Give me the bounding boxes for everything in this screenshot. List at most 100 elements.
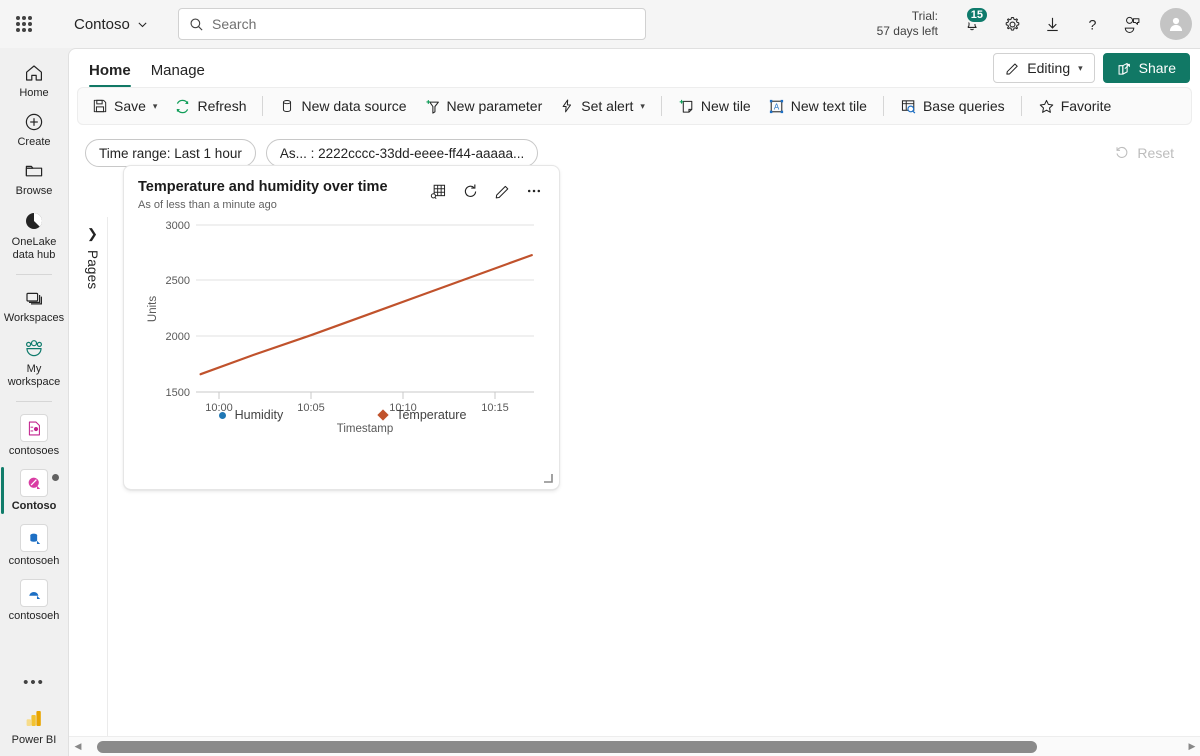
alert-bolt-icon — [562, 99, 572, 113]
scroll-right-arrow-icon[interactable]: ▶ — [1185, 738, 1199, 756]
notification-bell-icon[interactable]: 15 — [952, 4, 992, 44]
more-options-icon[interactable] — [523, 180, 545, 202]
tab-label: Manage — [150, 62, 205, 79]
set-alert-button[interactable]: Set alert ▾ — [551, 91, 653, 121]
filter-pill-label: Time range: Last 1 hour — [99, 145, 242, 161]
realtime-dashboard-icon — [20, 469, 48, 497]
x-axis-title: Timestamp — [337, 423, 393, 435]
reset-label: Reset — [1137, 145, 1174, 161]
horizontal-scrollbar[interactable]: ◀ ▶ — [69, 736, 1200, 756]
y-axis-title: Units — [147, 296, 159, 322]
power-bi-icon — [26, 711, 41, 726]
app-launcher-icon[interactable] — [4, 4, 44, 44]
kql-database-glyph — [28, 591, 40, 599]
sidebar-label: contosoeh — [8, 555, 60, 567]
sidebar-label: Workspaces — [3, 312, 65, 324]
refresh-glyph — [464, 184, 476, 197]
brand-switcher[interactable]: Contoso — [66, 11, 156, 38]
line-chart[interactable]: 3000 2500 2000 1500 Units 10:00 10:05 10… — [134, 212, 551, 442]
refresh-label: Refresh — [197, 98, 247, 114]
rail-divider-2 — [16, 401, 52, 402]
edit-pencil-icon[interactable] — [491, 180, 513, 202]
eventstream-icon — [20, 414, 48, 442]
search-input[interactable]: Search — [178, 8, 646, 40]
refresh-button[interactable]: Refresh — [166, 91, 254, 121]
chevron-down-icon — [138, 21, 147, 27]
filter-pill-asset[interactable]: As... : 2222cccc-33dd-eeee-ff44-aaaaa... — [265, 139, 539, 167]
series-line-temperature — [199, 253, 533, 376]
sidebar-item-my-workspace[interactable]: My workspace — [2, 330, 66, 394]
ytick-2500: 2500 — [166, 275, 190, 287]
help-icon[interactable]: ? — [1072, 4, 1112, 44]
scroll-track[interactable] — [85, 740, 1185, 753]
new-parameter-button[interactable]: New parameter — [416, 91, 551, 121]
account-avatar[interactable] — [1160, 8, 1192, 40]
share-button[interactable]: Share — [1102, 53, 1190, 83]
tab-manage[interactable]: Manage — [141, 62, 215, 87]
refresh-icon[interactable] — [459, 180, 481, 202]
sidebar-item-workspaces[interactable]: Workspaces — [2, 281, 66, 330]
filter-pill-time-range[interactable]: Time range: Last 1 hour — [85, 139, 256, 167]
sidebar-label: Power BI — [11, 734, 57, 746]
show-table-icon[interactable] — [427, 180, 449, 202]
editing-mode-button[interactable]: Editing ▾ — [993, 53, 1095, 83]
sidebar-item-contosoes[interactable]: contosoes — [2, 408, 66, 463]
rail-divider-1 — [16, 274, 52, 275]
eventhouse-glyph — [29, 533, 40, 544]
waffle-grid — [16, 16, 32, 32]
tab-strip: Home Manage Editing ▾ Share — [69, 49, 1200, 87]
rail-footer: ••• Power BI — [2, 664, 66, 756]
save-button[interactable]: Save ▾ — [84, 91, 165, 121]
feedback-icon[interactable] — [1112, 4, 1152, 44]
tile-resize-handle[interactable] — [543, 473, 553, 483]
person-icon — [1169, 17, 1183, 31]
new-tile-button[interactable]: New tile — [670, 91, 759, 121]
sidebar-item-contosoeh-kql[interactable]: contosoeh — [2, 573, 66, 628]
top-navigation-bar: Contoso Search Trial: 57 days left 15 ? — [0, 0, 1200, 48]
reset-filters-button[interactable]: Reset — [1106, 141, 1182, 165]
notification-count-badge: 15 — [964, 6, 989, 24]
brand-label: Contoso — [74, 15, 130, 33]
scroll-thumb[interactable] — [97, 740, 1037, 753]
base-queries-label: Base queries — [922, 98, 1005, 114]
legend-item-temperature[interactable]: Temperature — [377, 408, 466, 422]
sidebar-item-home[interactable]: Home — [2, 56, 66, 105]
pages-panel: ❯ Pages — [78, 217, 108, 756]
sidebar-item-browse[interactable]: Browse — [2, 154, 66, 203]
legend-label: Humidity — [234, 408, 284, 422]
scroll-left-arrow-icon[interactable]: ◀ — [71, 738, 85, 756]
edit-pencil-glyph — [495, 185, 508, 198]
chevron-down-icon: ▾ — [640, 100, 645, 111]
database-icon — [283, 99, 292, 112]
kql-database-icon — [20, 579, 48, 607]
tab-home[interactable]: Home — [79, 62, 141, 87]
feedback-glyph — [1124, 16, 1140, 33]
command-bar: Save ▾ Refresh New data source New param… — [77, 87, 1192, 125]
pages-panel-label: Pages — [85, 250, 100, 290]
base-queries-button[interactable]: Base queries — [892, 91, 1013, 121]
sidebar-item-onelake-data-hub[interactable]: OneLake data hub — [2, 203, 66, 267]
tile-header: Temperature and humidity over time As of… — [138, 178, 545, 211]
sidebar-item-contoso[interactable]: Contoso — [1, 463, 66, 518]
tile-toolbar — [427, 178, 545, 202]
top-bar-actions: Trial: 57 days left 15 ? — [877, 0, 1200, 48]
sidebar-item-contosoeh-eventhouse[interactable]: contosoeh — [2, 518, 66, 573]
favorite-button[interactable]: Favorite — [1030, 91, 1120, 121]
gear-icon[interactable] — [992, 4, 1032, 44]
rail-more-options-icon[interactable]: ••• — [2, 664, 66, 701]
search-placeholder: Search — [212, 16, 257, 32]
download-icon[interactable] — [1032, 4, 1072, 44]
new-data-source-button[interactable]: New data source — [271, 91, 414, 121]
base-queries-icon — [901, 99, 916, 114]
tile-title: Temperature and humidity over time — [138, 179, 388, 195]
home-icon — [26, 65, 42, 81]
dashboard-tile[interactable]: Temperature and humidity over time As of… — [123, 165, 560, 490]
legend-item-humidity[interactable]: Humidity — [218, 408, 284, 422]
sidebar-label: My workspace — [7, 363, 61, 388]
sidebar-item-power-bi[interactable]: Power BI — [2, 701, 66, 752]
chevron-right-icon[interactable]: ❯ — [87, 227, 98, 240]
sidebar-item-create[interactable]: Create — [2, 105, 66, 154]
new-text-tile-button[interactable]: A New text tile — [760, 91, 875, 121]
command-separator — [262, 96, 264, 116]
sidebar-label: Home — [19, 87, 49, 99]
